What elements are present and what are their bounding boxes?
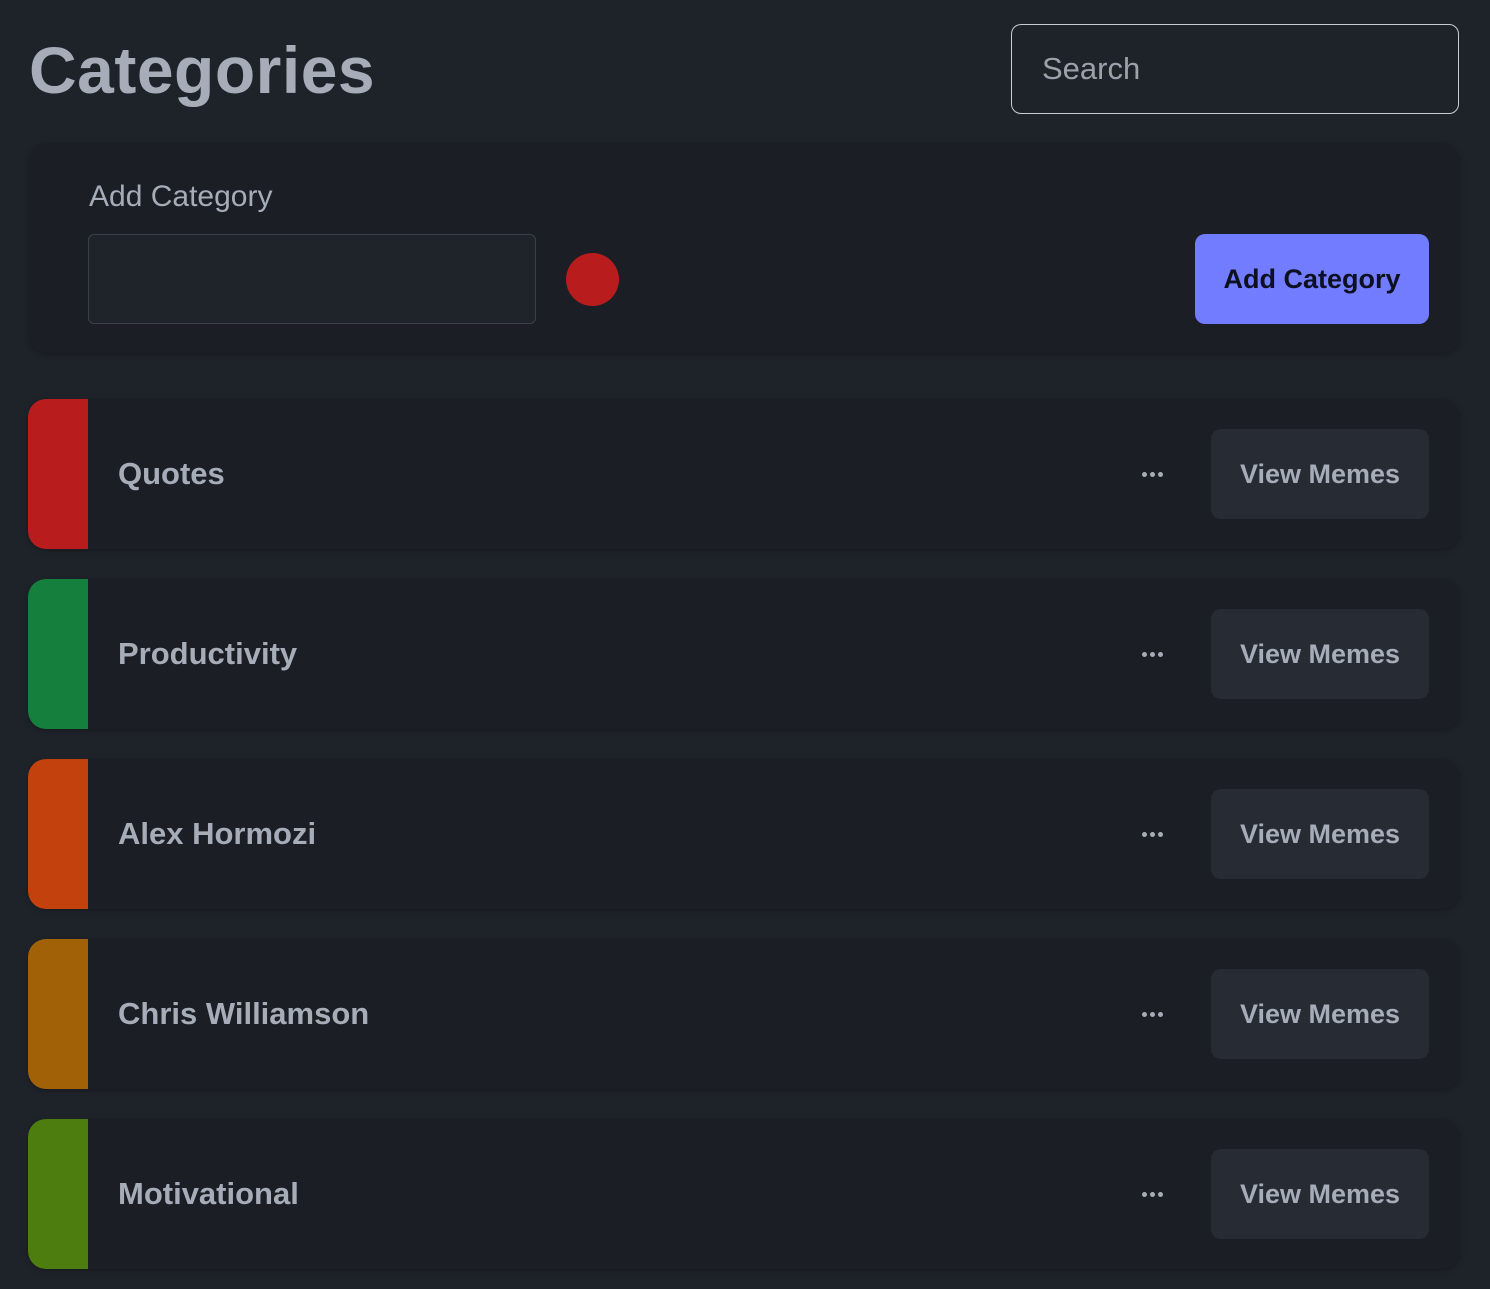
categories-page: Categories Add Category Add Category Quo… [0, 0, 1490, 1289]
more-options-icon[interactable] [1132, 814, 1172, 854]
category-color-bar [28, 1119, 88, 1269]
more-options-icon[interactable] [1132, 994, 1172, 1034]
page-title: Categories [29, 33, 376, 107]
view-memes-button[interactable]: View Memes [1211, 609, 1429, 699]
add-category-label: Add Category [89, 180, 273, 213]
category-name: Alex Hormozi [118, 816, 317, 851]
view-memes-button[interactable]: View Memes [1211, 429, 1429, 519]
category-name: Chris Williamson [118, 996, 370, 1031]
search-input[interactable] [1011, 24, 1459, 114]
category-row: Productivity View Memes [28, 579, 1460, 729]
category-row: Chris Williamson View Memes [28, 939, 1460, 1089]
category-row: Motivational View Memes [28, 1119, 1460, 1269]
category-row: Alex Hormozi View Memes [28, 759, 1460, 909]
category-color-bar [28, 579, 88, 729]
category-name-input[interactable] [88, 234, 536, 324]
more-options-icon[interactable] [1132, 454, 1172, 494]
more-options-icon[interactable] [1132, 634, 1172, 674]
color-picker-swatch[interactable] [566, 253, 619, 306]
category-color-bar [28, 939, 88, 1089]
category-list: Quotes View Memes Productivity View Meme… [28, 399, 1460, 1289]
category-color-bar [28, 399, 88, 549]
more-options-icon[interactable] [1132, 1174, 1172, 1214]
view-memes-button[interactable]: View Memes [1211, 1149, 1429, 1239]
category-row: Quotes View Memes [28, 399, 1460, 549]
view-memes-button[interactable]: View Memes [1211, 789, 1429, 879]
category-name: Motivational [118, 1176, 299, 1211]
view-memes-button[interactable]: View Memes [1211, 969, 1429, 1059]
add-category-button[interactable]: Add Category [1195, 234, 1429, 324]
category-name: Quotes [118, 456, 225, 491]
add-category-card: Add Category Add Category [29, 143, 1460, 353]
category-color-bar [28, 759, 88, 909]
category-name: Productivity [118, 636, 298, 671]
